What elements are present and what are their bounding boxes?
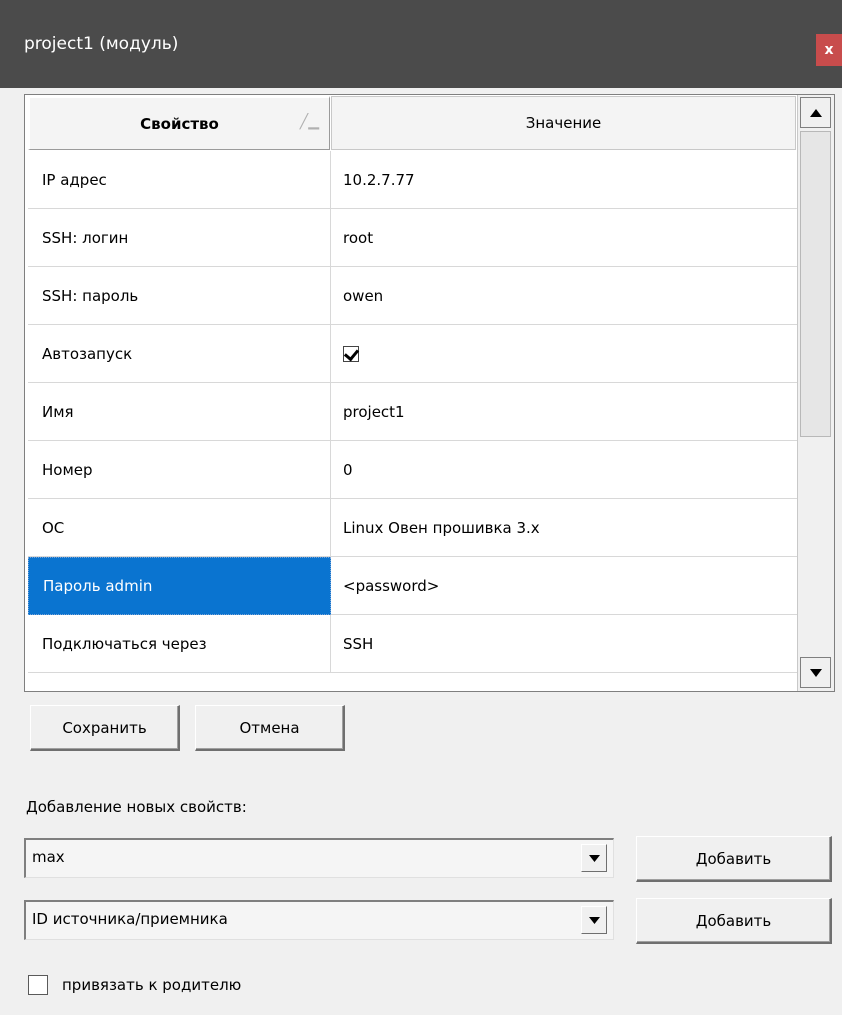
combo-1-value: max — [32, 848, 65, 866]
property-cell[interactable]: Номер — [28, 441, 331, 499]
property-cell[interactable]: IP адрес — [28, 151, 331, 209]
column-header-value[interactable]: Значение — [331, 96, 796, 150]
close-icon: x — [824, 42, 834, 58]
combo-1-dropdown-button[interactable] — [581, 844, 607, 872]
grid-row[interactable]: Номер 0 — [25, 441, 797, 499]
sort-indicator-icon: ╱▁ — [299, 114, 319, 130]
autostart-checkbox[interactable] — [343, 345, 359, 362]
property-cell[interactable]: ОС — [28, 499, 331, 557]
value-cell[interactable]: 0 — [331, 441, 797, 499]
chevron-down-icon — [588, 916, 600, 924]
property-cell[interactable]: SSH: пароль — [28, 267, 331, 325]
value-cell-checkbox[interactable] — [331, 325, 797, 383]
value-cell[interactable]: <password> — [331, 557, 797, 615]
save-button[interactable]: Сохранить — [30, 705, 180, 751]
chevron-down-icon — [588, 854, 600, 862]
grid-row-selected[interactable]: Пароль admin <password> — [25, 557, 797, 615]
arrow-down-icon — [809, 668, 822, 677]
property-cell-selected[interactable]: Пароль admin — [28, 557, 331, 615]
add-button-2[interactable]: Добавить — [636, 898, 832, 944]
combo-2-dropdown-button[interactable] — [581, 906, 607, 934]
column-header-value-label: Значение — [525, 114, 602, 132]
bind-parent-checkbox[interactable] — [28, 975, 48, 995]
grid-row[interactable]: Имя project1 — [25, 383, 797, 441]
value-cell[interactable]: 10.2.7.77 — [331, 151, 797, 209]
arrow-up-icon — [809, 108, 822, 117]
value-cell[interactable]: SSH — [331, 615, 797, 673]
combo-2-value: ID источника/приемника — [32, 910, 228, 928]
property-cell[interactable]: Автозапуск — [28, 325, 331, 383]
grid-row[interactable]: Автозапуск — [25, 325, 797, 383]
grid-row[interactable]: SSH: пароль owen — [25, 267, 797, 325]
value-cell[interactable]: Linux Овен прошивка 3.x — [331, 499, 797, 557]
window-title: project1 (модуль) — [24, 34, 179, 54]
property-grid: Свойство ╱▁ Значение IP адрес 10.2.7.77 … — [24, 94, 835, 692]
property-cell[interactable]: SSH: логин — [28, 209, 331, 267]
column-header-property[interactable]: Свойство ╱▁ — [28, 96, 330, 150]
value-cell[interactable]: project1 — [331, 383, 797, 441]
scroll-down-button[interactable] — [800, 657, 831, 688]
bind-parent-label[interactable]: привязать к родителю — [62, 976, 241, 994]
add-properties-label: Добавление новых свойств: — [26, 798, 247, 816]
value-cell[interactable]: owen — [331, 267, 797, 325]
window-titlebar: project1 (модуль) x — [0, 0, 842, 88]
property-cell[interactable]: Подключаться через — [28, 615, 331, 673]
property-combo-2[interactable]: ID источника/приемника — [24, 900, 614, 940]
grid-row[interactable]: SSH: логин root — [25, 209, 797, 267]
scroll-up-button[interactable] — [800, 97, 831, 128]
vertical-scrollbar[interactable] — [797, 95, 834, 691]
add-button-1[interactable]: Добавить — [636, 836, 832, 882]
column-header-property-label: Свойство — [140, 114, 219, 133]
close-button[interactable]: x — [816, 34, 842, 66]
grid-row[interactable]: ОС Linux Овен прошивка 3.x — [25, 499, 797, 557]
property-cell[interactable]: Имя — [28, 383, 331, 441]
scroll-thumb[interactable] — [800, 131, 831, 437]
grid-row[interactable]: Подключаться через SSH — [25, 615, 797, 673]
property-combo-1[interactable]: max — [24, 838, 614, 878]
value-cell[interactable]: root — [331, 209, 797, 267]
cancel-button[interactable]: Отмена — [195, 705, 345, 751]
grid-row[interactable]: IP адрес 10.2.7.77 — [25, 151, 797, 209]
